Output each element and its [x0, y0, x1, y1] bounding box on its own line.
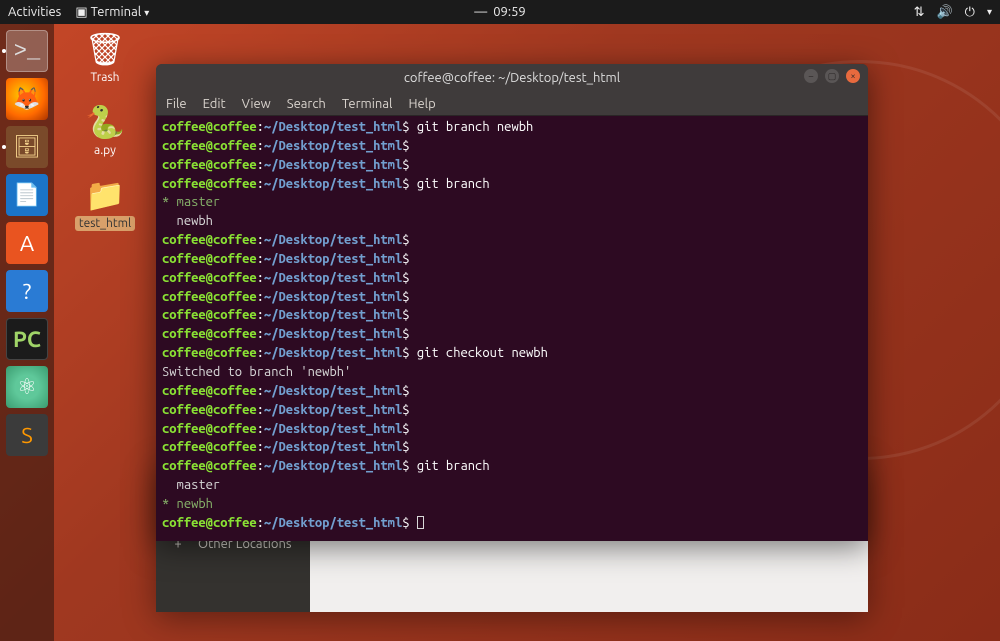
trash-icon: 🗑: [70, 30, 140, 68]
running-indicator-icon: [2, 145, 6, 149]
network-icon[interactable]: ⇅: [914, 5, 925, 20]
clock-dash: —: [474, 5, 487, 19]
terminal-menu-view[interactable]: View: [242, 97, 271, 111]
window-maximize-button[interactable]: ▢: [825, 69, 839, 83]
clock[interactable]: 09:59: [493, 5, 526, 19]
volume-icon[interactable]: 🔊: [936, 5, 952, 20]
desktop-icon-test_html[interactable]: 📁 test_html: [70, 176, 140, 231]
terminal-body[interactable]: coffee@coffee:~/Desktop/test_html$ git b…: [156, 116, 868, 541]
top-bar: Activities ▣ Terminal — 09:59 ⇅ 🔊 ⏻ ▾: [0, 0, 1000, 24]
apy-icon: 🐍: [70, 103, 140, 141]
launcher-app-sublime[interactable]: S: [6, 414, 48, 456]
app-menu-button[interactable]: ▣ Terminal: [75, 5, 149, 20]
terminal-title-text: coffee@coffee: ~/Desktop/test_html: [404, 71, 620, 85]
launcher-app-help[interactable]: ?: [6, 270, 48, 312]
launcher-app-pycharm[interactable]: PC: [6, 318, 48, 360]
app-menu-label: Terminal: [91, 5, 142, 19]
terminal-menubar: File Edit View Search Terminal Help: [156, 92, 868, 116]
desktop-icon-trash[interactable]: 🗑 Trash: [70, 30, 140, 85]
terminal-icon: ▣: [75, 5, 90, 19]
launcher-app-firefox[interactable]: 🦊: [6, 78, 48, 120]
terminal-menu-help[interactable]: Help: [408, 97, 435, 111]
desktop-icon-label: Trash: [86, 70, 123, 85]
launcher-app-terminal[interactable]: >_: [6, 30, 48, 72]
running-indicator-icon: [2, 49, 6, 53]
desktop-icon-label: a.py: [90, 143, 120, 158]
desktop-icon-label: test_html: [75, 216, 135, 231]
launcher-app-writer[interactable]: 📄: [6, 174, 48, 216]
desktop-icons: 🗑 Trash 🐍 a.py 📁 test_html: [70, 30, 140, 231]
launcher-app-software[interactable]: A: [6, 222, 48, 264]
window-minimize-button[interactable]: –: [804, 69, 818, 83]
power-icon[interactable]: ⏻: [965, 5, 975, 20]
terminal-menu-file[interactable]: File: [166, 97, 187, 111]
test_html-icon: 📁: [70, 176, 140, 214]
terminal-window: coffee@coffee: ~/Desktop/test_html – ▢ ×…: [156, 64, 868, 541]
terminal-titlebar[interactable]: coffee@coffee: ~/Desktop/test_html – ▢ ×: [156, 64, 868, 92]
launcher-dock: >_ 🦊 🗄 📄 A? PC ⚛ S: [0, 24, 54, 641]
window-close-button[interactable]: ×: [846, 69, 860, 83]
terminal-menu-edit[interactable]: Edit: [203, 97, 226, 111]
terminal-menu-terminal[interactable]: Terminal: [342, 97, 393, 111]
launcher-app-atom[interactable]: ⚛: [6, 366, 48, 408]
activities-button[interactable]: Activities: [8, 5, 61, 19]
system-menu-chevron-icon[interactable]: ▾: [987, 6, 992, 18]
launcher-app-files[interactable]: 🗄: [6, 126, 48, 168]
desktop-icon-apy[interactable]: 🐍 a.py: [70, 103, 140, 158]
terminal-menu-search[interactable]: Search: [287, 97, 326, 111]
